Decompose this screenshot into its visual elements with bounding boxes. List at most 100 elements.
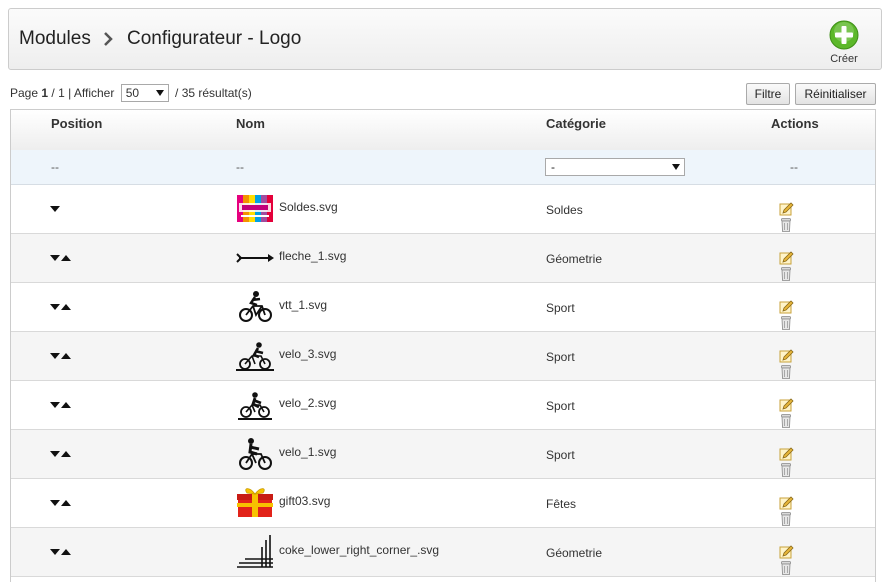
breadcrumb-modules[interactable]: Modules [19,28,91,50]
cyclist-thumbnail [236,342,274,371]
trash-icon[interactable] [778,462,794,478]
row-actions [778,495,818,526]
edit-pencil-icon[interactable] [778,544,794,560]
filter-row: -- -- - -- [11,150,875,185]
trash-icon[interactable] [778,217,794,233]
file-name: gift03.svg [279,494,331,508]
row-category: Soldes [546,203,583,217]
row-category: Fêtes [546,497,577,511]
move-up-icon[interactable] [61,255,71,261]
logo-table: Position Nom Catégorie Actions -- -- - -… [10,109,876,582]
position-arrows [50,451,74,459]
edit-pencil-icon[interactable] [778,250,794,266]
header-position[interactable]: Position [51,116,102,131]
move-down-icon[interactable] [50,549,60,555]
arrow-thumbnail [236,253,274,263]
position-arrows [50,255,74,263]
corner-thumbnail [237,535,273,568]
edit-pencil-icon[interactable] [778,201,794,217]
file-name: velo_1.svg [279,445,337,459]
row-actions [778,201,818,232]
move-up-icon[interactable] [61,353,71,359]
edit-pencil-icon[interactable] [778,348,794,364]
trash-icon[interactable] [778,560,794,576]
file-name: Soldes.svg [279,200,338,214]
file-name: velo_3.svg [279,347,337,361]
file-name: vtt_1.svg [279,298,328,312]
table-row: velo_2.svg Sport [11,381,875,430]
trash-icon[interactable] [778,266,794,282]
file-name: coke_lower_right_corner_.svg [279,543,440,557]
row-category: Géometrie [546,252,603,266]
create-button[interactable]: Créer [827,19,861,65]
header-category[interactable]: Catégorie [546,116,606,131]
table-row: fleche_1.svg Géometrie [11,234,875,283]
edit-pencil-icon[interactable] [778,397,794,413]
filter-position: -- [51,160,59,174]
row-category: Sport [546,399,575,413]
table-row: coke_lower_right_corner_.svg Géometrie [11,528,875,577]
edit-pencil-icon[interactable] [778,495,794,511]
cyclist-thumbnail [239,438,272,470]
move-up-icon[interactable] [61,500,71,506]
file-name: fleche_1.svg [279,249,347,263]
trash-icon[interactable] [778,315,794,331]
move-down-icon[interactable] [50,206,60,212]
row-actions [778,348,818,379]
table-row: velo_1.svg Sport [11,430,875,479]
edit-pencil-icon[interactable] [778,299,794,315]
results-count: / 35 résultat(s) [175,86,252,100]
header-actions: Actions [771,116,819,131]
move-up-icon[interactable] [61,402,71,408]
row-actions [778,446,818,477]
reset-button[interactable]: Réinitialiser [795,83,876,105]
position-arrows [50,206,74,214]
move-down-icon[interactable] [50,353,60,359]
cyclist-thumbnail [238,392,272,420]
category-filter-select[interactable]: - [545,158,685,176]
table-row: Soldes.svg Soldes [11,185,875,234]
mountain-bike-thumbnail [239,291,272,322]
position-arrows [50,402,74,410]
page-title: Configurateur - Logo [127,28,302,49]
trash-icon[interactable] [778,413,794,429]
row-actions [778,250,818,281]
trash-icon[interactable] [778,511,794,527]
table-header: Position Nom Catégorie Actions [11,110,875,150]
per-page-value: 50 [125,86,140,100]
move-down-icon[interactable] [50,304,60,310]
category-filter-value: - [551,160,555,174]
caret-down-icon [672,164,680,170]
row-category: Sport [546,448,575,462]
move-down-icon[interactable] [50,255,60,261]
per-page-select[interactable]: 50 [120,84,169,102]
trash-icon[interactable] [778,364,794,380]
page-header-toolbar: Modules Configurateur - Logo Créer [8,8,882,70]
move-down-icon[interactable] [50,402,60,408]
position-arrows [50,304,74,312]
edit-pencil-icon[interactable] [778,446,794,462]
move-up-icon[interactable] [61,549,71,555]
page-separator: / 1 | Afficher [51,86,115,100]
row-actions [778,544,818,575]
row-actions [778,397,818,428]
move-up-icon[interactable] [61,451,71,457]
row-actions [778,299,818,330]
table-row: gift03.svg Fêtes [11,479,875,528]
header-name[interactable]: Nom [236,116,265,131]
position-arrows [50,353,74,361]
gift-thumbnail [237,488,273,517]
caret-down-icon [155,90,164,96]
file-name: velo_2.svg [279,396,337,410]
table-row: velo_3.svg Sport [11,332,875,381]
row-category: Sport [546,350,575,364]
create-label: Créer [830,53,858,65]
filter-button[interactable]: Filtre [746,83,790,105]
move-down-icon[interactable] [50,500,60,506]
page-prefix: Page [10,86,39,100]
plus-circle-icon [829,20,859,50]
move-down-icon[interactable] [50,451,60,457]
soldes-thumbnail [237,195,273,222]
filter-name: -- [236,160,244,174]
move-up-icon[interactable] [61,304,71,310]
